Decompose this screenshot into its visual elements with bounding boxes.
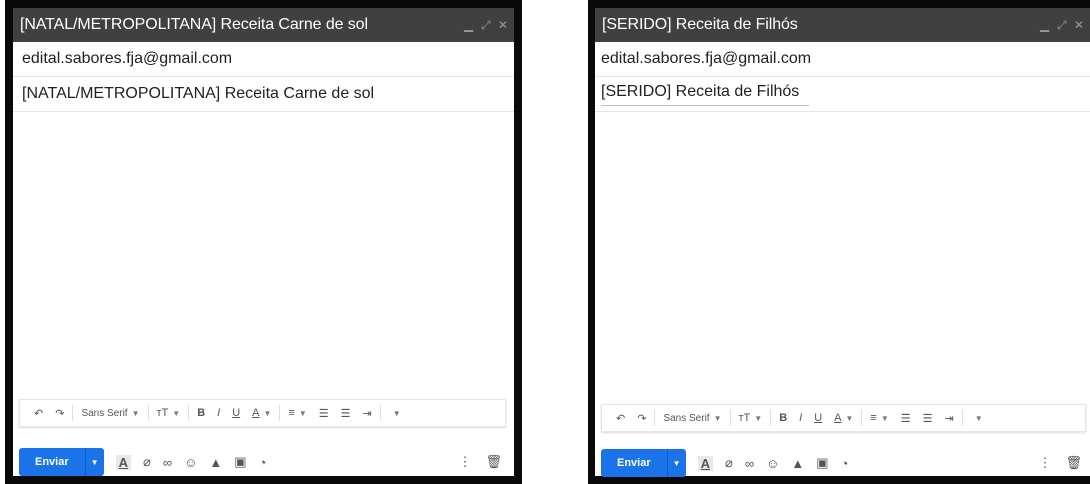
formatting-toolbar: ↶ ↷ Sans Serif ▼ ᴛT ▼ B I U A ▼ ≡ ▼ ☰ ☰ ⇥ ▼ (601, 404, 1086, 432)
photo-icon[interactable]: ▣ (816, 455, 828, 471)
message-body[interactable] (13, 120, 514, 394)
to-field[interactable]: edital.sabores.fja@gmail.com (595, 42, 1090, 77)
expand-icon[interactable]: ⤢ (1057, 18, 1067, 33)
undo-icon[interactable]: ↶ (28, 407, 49, 420)
attach-icon[interactable]: ⌀ (143, 454, 151, 470)
formatting-toolbar: ↶ ↷ Sans Serif ▼ ᴛT ▼ B I U A ▼ ≡ ▼ ☰ ☰ ⇥ ▼ (19, 399, 506, 427)
underline-icon[interactable]: U (226, 407, 246, 419)
emoji-icon[interactable]: ☺ (184, 455, 197, 470)
indent-icon[interactable]: ⇥ (357, 407, 378, 420)
discard-icon[interactable]: 🗑 (1065, 455, 1082, 471)
numbered-list-icon[interactable]: ☰ (895, 412, 917, 425)
attach-icon[interactable]: ⌀ (725, 455, 733, 471)
compose-titlebar[interactable]: [SERIDO] Receita de Filhós ▁ ⤢ ✕ (595, 8, 1090, 42)
link-icon[interactable]: ∞ (163, 455, 172, 470)
minimize-icon[interactable]: ▁ (1040, 18, 1049, 33)
subject-field[interactable]: [SERIDO] Receita de Filhós (595, 77, 1090, 112)
send-button[interactable]: Enviar ▼ (601, 449, 686, 477)
more-options-icon[interactable]: ⋮ (458, 454, 471, 470)
send-row: Enviar ▼ A ⌀ ∞ ☺ ▲ ▣ ◔ ⋮ 🗑 (19, 445, 506, 479)
bold-icon[interactable]: B (773, 412, 793, 424)
font-select[interactable]: Sans Serif ▼ (75, 408, 145, 419)
expand-icon[interactable]: ⤢ (481, 18, 491, 33)
more-options-icon[interactable]: ⋮ (1038, 455, 1051, 471)
compose-window-right: [SERIDO] Receita de Filhós ▁ ⤢ ✕ edital.… (588, 0, 1090, 484)
font-name: Sans Serif (663, 412, 710, 424)
compose-titlebar[interactable]: [NATAL/METROPOLITANA] Receita Carne de s… (13, 8, 514, 42)
minimize-icon[interactable]: ▁ (464, 18, 473, 33)
confidential-icon[interactable]: ◔ (259, 455, 267, 470)
redo-icon[interactable]: ↷ (631, 412, 652, 425)
undo-icon[interactable]: ↶ (610, 412, 631, 425)
chevron-down-icon[interactable]: ▼ (666, 449, 686, 477)
text-color-icon[interactable]: A ▼ (828, 412, 859, 424)
align-icon[interactable]: ≡ ▼ (864, 412, 894, 424)
numbered-list-icon[interactable]: ☰ (313, 407, 335, 420)
send-label: Enviar (35, 456, 69, 468)
photo-icon[interactable]: ▣ (234, 454, 246, 470)
close-icon[interactable]: ✕ (498, 18, 508, 33)
subject-text: [NATAL/METROPOLITANA] Receita Carne de s… (22, 85, 375, 102)
font-size-icon[interactable]: ᴛT ▼ (151, 407, 187, 419)
send-label: Enviar (617, 457, 651, 469)
font-select[interactable]: Sans Serif ▼ (657, 413, 727, 424)
italic-icon[interactable]: I (793, 412, 808, 424)
subject-field[interactable]: [NATAL/METROPOLITANA] Receita Carne de s… (13, 77, 514, 112)
more-formatting-icon[interactable]: ▼ (965, 414, 989, 423)
bold-icon[interactable]: B (191, 407, 211, 419)
chevron-down-icon[interactable]: ▼ (84, 448, 104, 476)
close-icon[interactable]: ✕ (1074, 18, 1084, 33)
send-row: Enviar ▼ A ⌀ ∞ ☺ ▲ ▣ ◔ ⋮ 🗑 (601, 446, 1086, 480)
message-body[interactable] (595, 120, 1090, 394)
drive-icon[interactable]: ▲ (791, 456, 804, 471)
emoji-icon[interactable]: ☺ (766, 456, 779, 471)
more-formatting-icon[interactable]: ▼ (383, 409, 407, 418)
indent-icon[interactable]: ⇥ (939, 412, 960, 425)
subject-text: [SERIDO] Receita de Filhós (601, 83, 810, 106)
recipient-address: edital.sabores.fja@gmail.com (601, 50, 812, 67)
drive-icon[interactable]: ▲ (209, 455, 222, 470)
recipient-address: edital.sabores.fja@gmail.com (22, 50, 233, 67)
italic-icon[interactable]: I (211, 407, 226, 419)
font-name: Sans Serif (81, 407, 128, 419)
text-color-icon[interactable]: A ▼ (246, 407, 277, 419)
underline-icon[interactable]: U (808, 412, 828, 424)
font-size-icon[interactable]: ᴛT ▼ (733, 412, 769, 424)
compose-title: [NATAL/METROPOLITANA] Receita Carne de s… (20, 16, 368, 33)
redo-icon[interactable]: ↷ (49, 407, 70, 420)
confidential-icon[interactable]: ◔ (841, 456, 849, 471)
bulleted-list-icon[interactable]: ☰ (917, 412, 939, 425)
to-field[interactable]: edital.sabores.fja@gmail.com (13, 42, 514, 77)
formatting-options-icon[interactable]: A (115, 454, 132, 470)
formatting-options-icon[interactable]: A (697, 455, 714, 471)
compose-title: [SERIDO] Receita de Filhós (602, 16, 798, 33)
send-button[interactable]: Enviar ▼ (19, 448, 104, 476)
discard-icon[interactable]: 🗑 (485, 454, 502, 470)
bulleted-list-icon[interactable]: ☰ (335, 407, 357, 420)
align-icon[interactable]: ≡ ▼ (282, 407, 312, 419)
link-icon[interactable]: ∞ (745, 456, 754, 471)
compose-window-left: [NATAL/METROPOLITANA] Receita Carne de s… (5, 0, 522, 484)
